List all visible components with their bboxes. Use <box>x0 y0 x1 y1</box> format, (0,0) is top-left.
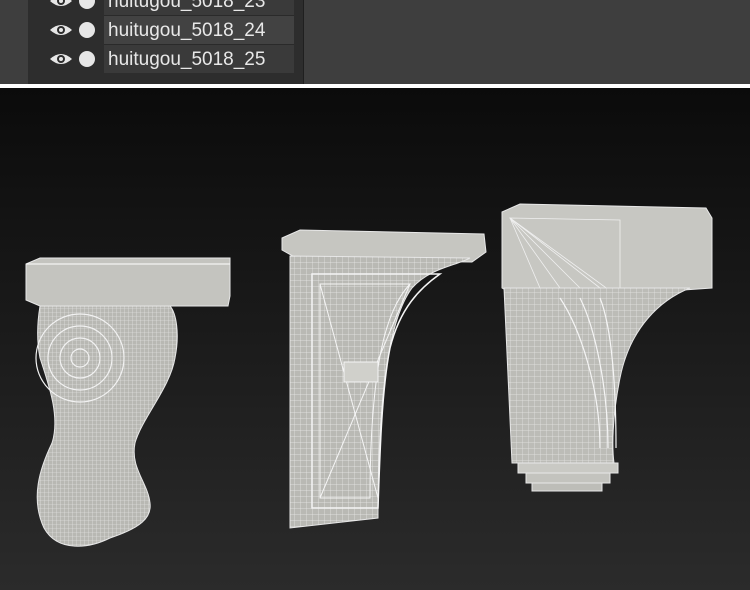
freeze-dot-icon[interactable] <box>79 51 95 67</box>
layer-name[interactable]: huitugou_5018_24 <box>104 15 294 44</box>
layer-name[interactable]: huitugou_5018_25 <box>104 44 294 73</box>
freeze-dot-icon[interactable] <box>79 22 95 38</box>
viewport-canvas <box>25 203 713 547</box>
eye-visibility-icon[interactable] <box>49 51 73 67</box>
layer-row[interactable]: huitugou_5018_25 <box>28 44 303 73</box>
eye-visibility-icon[interactable] <box>49 22 73 38</box>
stepped-corbel-icon[interactable] <box>501 203 713 492</box>
scroll-corbel-icon[interactable] <box>25 257 231 547</box>
eye-visibility-icon[interactable] <box>49 0 73 9</box>
carved-bracket-icon[interactable] <box>281 229 487 529</box>
layer-name[interactable]: huitugou_5018_23 <box>104 0 294 15</box>
freeze-dot-icon[interactable] <box>79 0 95 9</box>
layer-row[interactable]: huitugou_5018_24 <box>28 15 303 44</box>
layer-panel: huitugou_5018_23 huitugou_5018_24 huitug… <box>0 0 750 84</box>
layer-list: huitugou_5018_23 huitugou_5018_24 huitug… <box>28 0 304 84</box>
layer-row[interactable]: huitugou_5018_23 <box>28 0 303 15</box>
3d-viewport[interactable] <box>0 88 750 590</box>
